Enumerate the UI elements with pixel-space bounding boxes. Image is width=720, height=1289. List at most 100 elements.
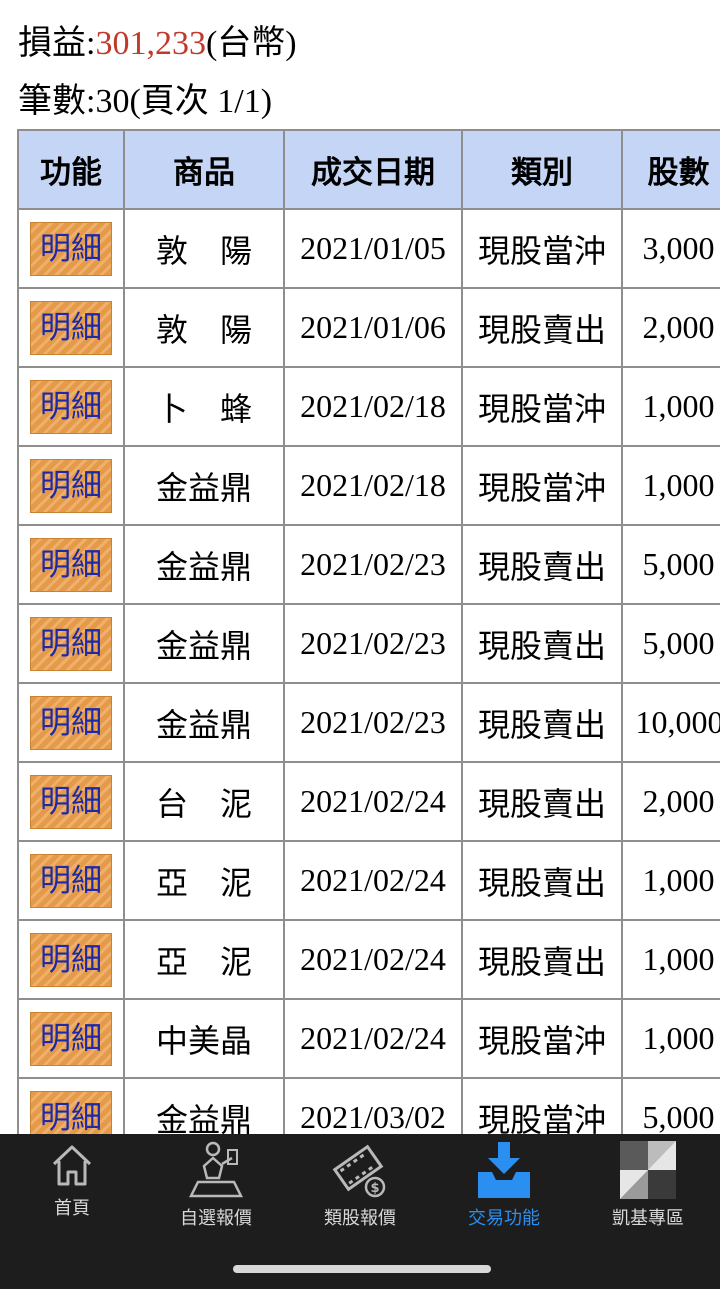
table-header-row: 功能 商品 成交日期 類別 股數 bbox=[17, 129, 720, 210]
detail-button[interactable]: 明細 bbox=[30, 1011, 112, 1066]
product-cell[interactable]: 金益鼎 bbox=[123, 682, 285, 763]
type-cell: 現股當沖 bbox=[461, 208, 623, 289]
kgi-logo-icon bbox=[620, 1141, 676, 1199]
date-cell: 2021/03/02 bbox=[283, 1077, 463, 1139]
date-cell: 2021/02/18 bbox=[283, 445, 463, 526]
table-row: 明細 台 泥 2021/02/24 現股賣出 2,000 bbox=[17, 761, 720, 842]
product-cell[interactable]: 敦 陽 bbox=[123, 287, 285, 368]
date-cell: 2021/02/23 bbox=[283, 524, 463, 605]
date-cell: 2021/01/05 bbox=[283, 208, 463, 289]
tray-download-icon bbox=[478, 1142, 530, 1198]
tab-watchlist[interactable]: 自選報價 bbox=[144, 1140, 288, 1232]
header-category: 類別 bbox=[461, 129, 623, 210]
product-cell[interactable]: 金益鼎 bbox=[123, 524, 285, 605]
trader-icon bbox=[188, 1141, 244, 1198]
shares-cell: 5,000 bbox=[621, 524, 720, 605]
shares-cell: 2,000 bbox=[621, 761, 720, 842]
detail-button[interactable]: 明細 bbox=[30, 379, 112, 434]
shares-cell: 3,000 bbox=[621, 208, 720, 289]
detail-button[interactable]: 明細 bbox=[30, 300, 112, 355]
tab-sector-quotes-label: 類股報價 bbox=[324, 1208, 396, 1229]
type-cell: 現股當沖 bbox=[461, 366, 623, 447]
table-row: 明細 金益鼎 2021/03/02 現股當沖 5,000 bbox=[17, 1077, 720, 1139]
detail-button[interactable]: 明細 bbox=[30, 932, 112, 987]
detail-button[interactable]: 明細 bbox=[30, 221, 112, 276]
shares-cell: 1,000 bbox=[621, 998, 720, 1079]
tab-home[interactable]: 首頁 bbox=[0, 1140, 144, 1232]
type-cell: 現股當沖 bbox=[461, 998, 623, 1079]
header-function: 功能 bbox=[17, 129, 125, 210]
type-cell: 現股當沖 bbox=[461, 445, 623, 526]
header-product: 商品 bbox=[123, 129, 285, 210]
shares-cell: 1,000 bbox=[621, 445, 720, 526]
film-coin-icon: $ bbox=[332, 1144, 386, 1198]
table-row: 明細 亞 泥 2021/02/24 現股賣出 1,000 bbox=[17, 840, 720, 921]
svg-text:$: $ bbox=[370, 1181, 379, 1196]
tab-trading[interactable]: 交易功能 bbox=[432, 1140, 576, 1232]
table-row: 明細 金益鼎 2021/02/23 現股賣出 5,000 bbox=[17, 524, 720, 605]
date-cell: 2021/02/18 bbox=[283, 366, 463, 447]
detail-button[interactable]: 明細 bbox=[30, 774, 112, 829]
date-cell: 2021/02/24 bbox=[283, 761, 463, 842]
date-cell: 2021/02/24 bbox=[283, 919, 463, 1000]
detail-button[interactable]: 明細 bbox=[30, 853, 112, 908]
shares-cell: 2,000 bbox=[621, 287, 720, 368]
table-row: 明細 金益鼎 2021/02/23 現股賣出 5,000 bbox=[17, 603, 720, 684]
tab-kgi-zone-label: 凱基專區 bbox=[612, 1208, 684, 1229]
date-cell: 2021/02/23 bbox=[283, 603, 463, 684]
table-row: 明細 金益鼎 2021/02/18 現股當沖 1,000 bbox=[17, 445, 720, 526]
table-row: 明細 敦 陽 2021/01/05 現股當沖 3,000 bbox=[17, 208, 720, 289]
detail-button[interactable]: 明細 bbox=[30, 458, 112, 513]
detail-button[interactable]: 明細 bbox=[30, 537, 112, 592]
type-cell: 現股賣出 bbox=[461, 287, 623, 368]
date-cell: 2021/02/24 bbox=[283, 840, 463, 921]
product-cell[interactable]: 台 泥 bbox=[123, 761, 285, 842]
shares-cell: 1,000 bbox=[621, 919, 720, 1000]
product-cell[interactable]: 金益鼎 bbox=[123, 445, 285, 526]
shares-cell: 10,000 bbox=[621, 682, 720, 763]
date-cell: 2021/02/23 bbox=[283, 682, 463, 763]
type-cell: 現股賣出 bbox=[461, 682, 623, 763]
trades-table-container[interactable]: 功能 商品 成交日期 類別 股數 明細 敦 陽 2021/01/05 現股當沖 … bbox=[17, 129, 720, 1139]
product-cell[interactable]: 卜 蜂 bbox=[123, 366, 285, 447]
shares-cell: 1,000 bbox=[621, 366, 720, 447]
type-cell: 現股賣出 bbox=[461, 603, 623, 684]
product-cell[interactable]: 金益鼎 bbox=[123, 1077, 285, 1139]
table-body: 明細 敦 陽 2021/01/05 現股當沖 3,000 明細 敦 陽 2021… bbox=[17, 208, 720, 1139]
table-row: 明細 金益鼎 2021/02/23 現股賣出 10,000 bbox=[17, 682, 720, 763]
pnl-unit: (台幣) bbox=[205, 25, 297, 62]
tab-kgi-zone[interactable]: 凱基專區 bbox=[576, 1140, 720, 1232]
record-count: 筆數:30(頁次 1/1) bbox=[18, 83, 273, 120]
type-cell: 現股賣出 bbox=[461, 524, 623, 605]
tab-watchlist-label: 自選報價 bbox=[180, 1208, 252, 1229]
type-cell: 現股當沖 bbox=[461, 1077, 623, 1139]
detail-button[interactable]: 明細 bbox=[30, 616, 112, 671]
pnl-summary: 損益:301,233(台幣) bbox=[18, 24, 297, 64]
date-cell: 2021/01/06 bbox=[283, 287, 463, 368]
shares-cell: 5,000 bbox=[621, 603, 720, 684]
product-cell[interactable]: 敦 陽 bbox=[123, 208, 285, 289]
pnl-label: 損益: bbox=[18, 25, 96, 62]
page: 損益:301,233(台幣) 筆數:30(頁次 1/1) 功能 商品 成交日期 … bbox=[0, 0, 720, 1289]
product-cell[interactable]: 中美晶 bbox=[123, 998, 285, 1079]
home-indicator[interactable] bbox=[233, 1265, 491, 1273]
product-cell[interactable]: 亞 泥 bbox=[123, 840, 285, 921]
tab-sector-quotes[interactable]: $ 類股報價 bbox=[288, 1140, 432, 1232]
date-cell: 2021/02/24 bbox=[283, 998, 463, 1079]
table-row: 明細 敦 陽 2021/01/06 現股賣出 2,000 bbox=[17, 287, 720, 368]
table-row: 明細 亞 泥 2021/02/24 現股賣出 1,000 bbox=[17, 919, 720, 1000]
product-cell[interactable]: 亞 泥 bbox=[123, 919, 285, 1000]
type-cell: 現股賣出 bbox=[461, 840, 623, 921]
tab-home-label: 首頁 bbox=[54, 1198, 90, 1219]
home-icon bbox=[52, 1145, 92, 1186]
pnl-value: 301,233 bbox=[95, 25, 206, 62]
product-cell[interactable]: 金益鼎 bbox=[123, 603, 285, 684]
type-cell: 現股賣出 bbox=[461, 761, 623, 842]
detail-button[interactable]: 明細 bbox=[30, 695, 112, 750]
tab-trading-label: 交易功能 bbox=[468, 1208, 540, 1229]
trades-table: 功能 商品 成交日期 類別 股數 明細 敦 陽 2021/01/05 現股當沖 … bbox=[17, 129, 720, 1139]
type-cell: 現股賣出 bbox=[461, 919, 623, 1000]
header-shares: 股數 bbox=[621, 129, 720, 210]
table-row: 明細 卜 蜂 2021/02/18 現股當沖 1,000 bbox=[17, 366, 720, 447]
detail-button[interactable]: 明細 bbox=[30, 1090, 112, 1139]
